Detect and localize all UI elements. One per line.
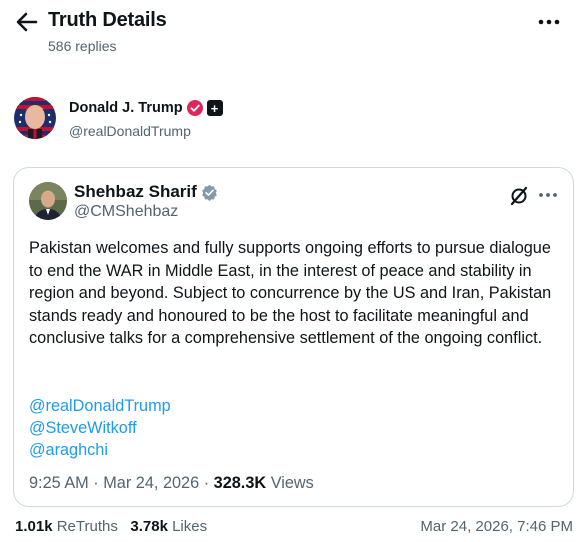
author-name[interactable]: Donald J. Trump — [69, 100, 183, 116]
quoted-avatar[interactable] — [29, 182, 67, 220]
post-date: Mar 24, 2026 — [103, 474, 200, 492]
header-more-button[interactable] — [537, 12, 561, 32]
avatar[interactable] — [14, 97, 56, 139]
plus-badge-icon: + — [206, 100, 223, 116]
quoted-author-name[interactable]: Shehbaz Sharif — [74, 182, 197, 202]
likes-stat[interactable]: 3.78k Likes — [130, 518, 207, 535]
post-stats: 1.01k ReTruths 3.78k Likes — [15, 518, 207, 535]
views-count: 328.3K — [213, 474, 267, 492]
retruths-label: ReTruths — [56, 518, 118, 535]
x-logo-icon[interactable] — [508, 185, 530, 207]
verified-badge-icon — [186, 100, 203, 116]
likes-label: Likes — [172, 518, 208, 535]
more-horizontal-icon — [539, 193, 557, 197]
page-header: Truth Details 586 replies — [0, 0, 587, 64]
back-button[interactable] — [14, 10, 40, 34]
likes-count: 3.78k — [130, 518, 168, 535]
mention-list: @realDonaldTrump @SteveWitkoff @araghchi — [29, 395, 171, 461]
replies-count: 586 replies — [48, 38, 117, 54]
page-title: Truth Details — [48, 9, 167, 31]
quoted-author-handle[interactable]: @CMShehbaz — [74, 203, 178, 221]
mention-link[interactable]: @realDonaldTrump — [29, 395, 171, 417]
views-label: Views — [270, 474, 314, 492]
post-timestamp: Mar 24, 2026, 7:46 PM — [420, 518, 573, 535]
retruths-stat[interactable]: 1.01k ReTruths — [15, 518, 118, 535]
verified-badge-icon — [201, 184, 217, 201]
more-horizontal-icon — [538, 19, 560, 25]
quoted-post-card[interactable]: Shehbaz Sharif @CMShehbaz Pakistan welco… — [13, 167, 574, 507]
post-author: Donald J. Trump + @realDonaldTrump — [0, 90, 587, 150]
post-time: 9:25 AM — [29, 474, 89, 492]
arrow-left-icon — [16, 12, 38, 32]
mention-link[interactable]: @SteveWitkoff — [29, 417, 171, 439]
author-handle[interactable]: @realDonaldTrump — [69, 123, 191, 139]
retruths-count: 1.01k — [15, 518, 53, 535]
mention-link[interactable]: @araghchi — [29, 439, 171, 461]
quoted-more-button[interactable] — [538, 187, 558, 203]
quoted-post-text: Pakistan welcomes and fully supports ong… — [29, 239, 552, 347]
quoted-post-meta: 9:25 AM · Mar 24, 2026 · 328.3K Views — [29, 474, 314, 492]
